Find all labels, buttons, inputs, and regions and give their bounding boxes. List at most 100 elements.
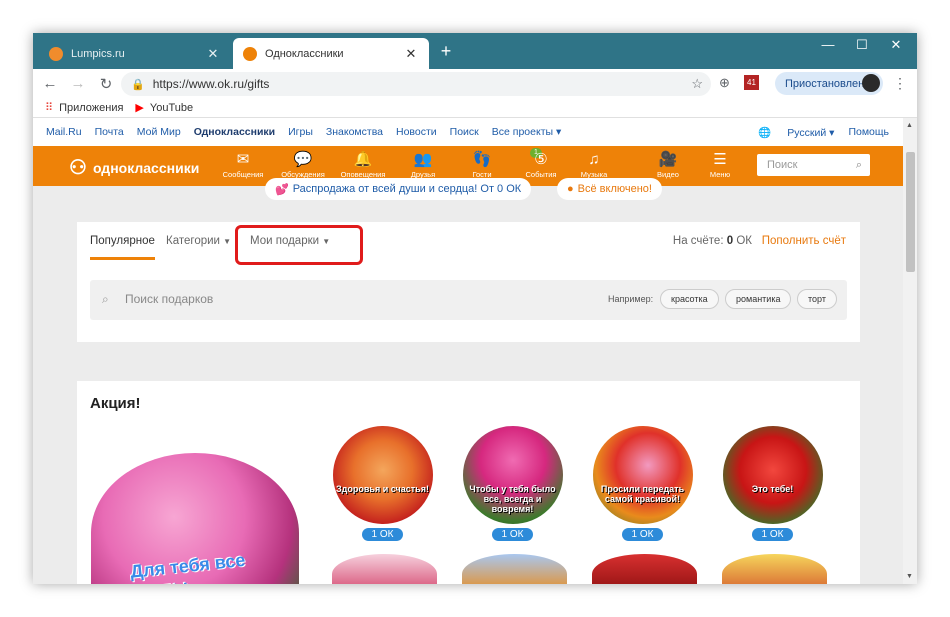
gift-item[interactable]: Просили передать самой красивой! 1 ОК bbox=[590, 426, 695, 542]
portal-link-games[interactable]: Игры bbox=[288, 126, 313, 138]
gift-caption: Это тебе! bbox=[751, 484, 794, 494]
language-label: Русский ▾ bbox=[787, 126, 835, 139]
profile-status: Приостановлена bbox=[785, 77, 871, 90]
tab-title: Lumpics.ru bbox=[71, 47, 125, 60]
close-icon[interactable]: ✕ bbox=[205, 46, 221, 62]
nav-events[interactable]: ⑤ События bbox=[513, 150, 569, 180]
minimize-icon[interactable]: — bbox=[813, 37, 843, 52]
gift-item[interactable]: Чтобы у тебя было все, всегда и вовремя!… bbox=[460, 426, 565, 542]
balance-label: На счёте: bbox=[672, 235, 724, 247]
video-icon: 🎥 bbox=[658, 151, 678, 168]
nav-menu[interactable]: ☰ Меню bbox=[692, 150, 748, 180]
window-close-icon[interactable]: ✕ bbox=[881, 37, 911, 53]
search-icon[interactable]: ⌕ bbox=[856, 154, 862, 176]
page-viewport: Mail.Ru Почта Мой Мир Одноклассники Игры… bbox=[33, 118, 903, 584]
portal-link-ok[interactable]: Одноклассники bbox=[194, 126, 275, 138]
gift-image-row2[interactable] bbox=[722, 554, 827, 584]
extension-badge-icon[interactable]: 41 bbox=[744, 75, 759, 90]
gift-search[interactable]: ⌕ Поиск подарков Например: красотка рома… bbox=[90, 280, 847, 320]
gift-item[interactable]: Это тебе! 1 ОК bbox=[720, 426, 825, 542]
avatar bbox=[862, 74, 880, 92]
nav-discussions[interactable]: 💬 Обсуждения bbox=[275, 150, 331, 180]
gift-search-placeholder: Поиск подарков bbox=[125, 292, 214, 306]
chip-cake[interactable]: торт bbox=[797, 289, 837, 309]
gifts-panel: Популярное Категории ▼ Мои подарки ▼ На … bbox=[77, 222, 860, 342]
nav-video[interactable]: 🎥 Видео bbox=[640, 150, 696, 180]
portal-link-dating[interactable]: Знакомства bbox=[326, 126, 383, 138]
tab-lumpics[interactable]: Lumpics.ru ✕ bbox=[39, 38, 231, 69]
chip-romance[interactable]: романтика bbox=[725, 289, 792, 309]
gift-image-row2[interactable] bbox=[332, 554, 437, 584]
bookmark-youtube[interactable]: ▶ YouTube bbox=[135, 101, 193, 115]
portal-link-myworld[interactable]: Мой Мир bbox=[137, 126, 181, 138]
scroll-up-icon[interactable]: ▲ bbox=[906, 122, 913, 129]
gift-image[interactable]: Просили передать самой красивой! bbox=[592, 426, 693, 524]
menu-icon: ☰ bbox=[713, 151, 727, 168]
language-selector[interactable]: 🌐 Русский ▾ bbox=[745, 126, 834, 139]
bookmark-star-icon[interactable]: ☆ bbox=[691, 76, 703, 92]
sale-banner[interactable]: 💕 Распродажа от всей души и сердца! От 0… bbox=[265, 178, 532, 200]
all-inclusive-icon: ● bbox=[567, 183, 574, 195]
portal-link-news[interactable]: Новости bbox=[396, 126, 437, 138]
big-gift-image[interactable]: Для тебя все цветы bbox=[91, 453, 299, 584]
balance: На счёте: 0 ОК bbox=[673, 235, 752, 247]
gift-price[interactable]: 1 ОК bbox=[621, 528, 664, 541]
nav-music[interactable]: ♫ Музыка bbox=[566, 150, 622, 180]
forward-icon[interactable]: → bbox=[67, 75, 89, 92]
gifts-tabs: Популярное Категории ▼ Мои подарки ▼ На … bbox=[77, 222, 860, 265]
tab-categories-label: Категории bbox=[166, 235, 220, 247]
youtube-icon: ▶ bbox=[135, 102, 144, 114]
tab-odnoklassniki[interactable]: Одноклассники ✕ bbox=[233, 38, 429, 69]
tab-popular[interactable]: Популярное bbox=[90, 235, 155, 260]
music-icon: ♫ bbox=[588, 151, 600, 168]
all-inclusive-text: Всё включено! bbox=[577, 183, 652, 195]
ok-favicon-icon bbox=[243, 46, 257, 61]
promo-banners: 💕 Распродажа от всей души и сердца! От 0… bbox=[33, 178, 903, 216]
nav-friends[interactable]: 👥 Друзья bbox=[395, 150, 451, 180]
back-icon[interactable]: ← bbox=[39, 75, 61, 92]
maximize-icon[interactable]: ☐ bbox=[847, 37, 877, 53]
nav-messages[interactable]: ✉ Сообщения bbox=[215, 150, 271, 180]
reload-icon[interactable]: ↻ bbox=[95, 75, 117, 93]
nav-guests[interactable]: 👣 Гости bbox=[454, 150, 510, 180]
page-scrollbar[interactable]: ▲ ▼ bbox=[903, 118, 917, 584]
portal-link-mail[interactable]: Почта bbox=[95, 126, 124, 138]
gift-item[interactable]: Здоровья и счастья! 1 ОК bbox=[330, 426, 435, 542]
help-link[interactable]: Помощь bbox=[848, 126, 889, 138]
globe-extension-icon[interactable]: ⊕ bbox=[719, 75, 730, 91]
gift-price[interactable]: 1 ОК bbox=[361, 528, 404, 541]
new-tab-button[interactable]: + bbox=[435, 41, 457, 62]
gift-image-row2[interactable] bbox=[462, 554, 567, 584]
top-up-link[interactable]: Пополнить счёт bbox=[762, 235, 846, 247]
promo-section-title: Акция! bbox=[90, 395, 141, 412]
gift-price[interactable]: 1 ОК bbox=[751, 528, 794, 541]
portal-link-all-projects[interactable]: Все проекты ▾ bbox=[492, 126, 561, 138]
tab-categories[interactable]: Категории ▼ bbox=[166, 235, 231, 247]
scrollbar-thumb[interactable] bbox=[906, 152, 915, 272]
gift-image-row2[interactable] bbox=[592, 554, 697, 584]
promo-section: Акция! Для тебя все цветы Здоровья и сча… bbox=[77, 381, 860, 584]
menu-kebab-icon[interactable]: ⋮ bbox=[893, 75, 907, 92]
gift-image[interactable]: Здоровья и счастья! bbox=[332, 426, 433, 524]
gift-image[interactable]: Это тебе! bbox=[722, 426, 823, 524]
scroll-down-icon[interactable]: ▼ bbox=[906, 573, 913, 580]
profile-button[interactable]: Приостановлена bbox=[775, 72, 883, 95]
friends-icon: 👥 bbox=[413, 151, 433, 168]
close-icon[interactable]: ✕ bbox=[403, 46, 419, 62]
gift-image[interactable]: Чтобы у тебя было все, всегда и вовремя! bbox=[462, 426, 563, 524]
ok-logo[interactable]: ⚇ одноклассники bbox=[69, 155, 199, 180]
balance-unit: ОК bbox=[736, 235, 752, 247]
portal-link-search[interactable]: Поиск bbox=[450, 126, 479, 138]
bookmark-apps[interactable]: ⠿ Приложения bbox=[45, 101, 123, 115]
chip-beauty[interactable]: красотка bbox=[660, 289, 719, 309]
nav-notifications[interactable]: 🔔 Оповещения bbox=[335, 150, 391, 180]
all-inclusive-banner[interactable]: ● Всё включено! bbox=[557, 178, 662, 200]
url-text[interactable]: https://www.ok.ru/gifts bbox=[153, 77, 270, 91]
guests-icon: 👣 bbox=[472, 151, 492, 168]
ok-search-input[interactable]: Поиск ⌕ bbox=[757, 154, 870, 176]
lock-icon[interactable]: 🔒 bbox=[131, 78, 145, 91]
gift-price[interactable]: 1 ОК bbox=[491, 528, 534, 541]
discussions-icon: 💬 bbox=[293, 151, 313, 168]
portal-link-mailru[interactable]: Mail.Ru bbox=[46, 126, 82, 138]
address-bar[interactable]: 🔒 https://www.ok.ru/gifts ☆ bbox=[121, 72, 711, 96]
